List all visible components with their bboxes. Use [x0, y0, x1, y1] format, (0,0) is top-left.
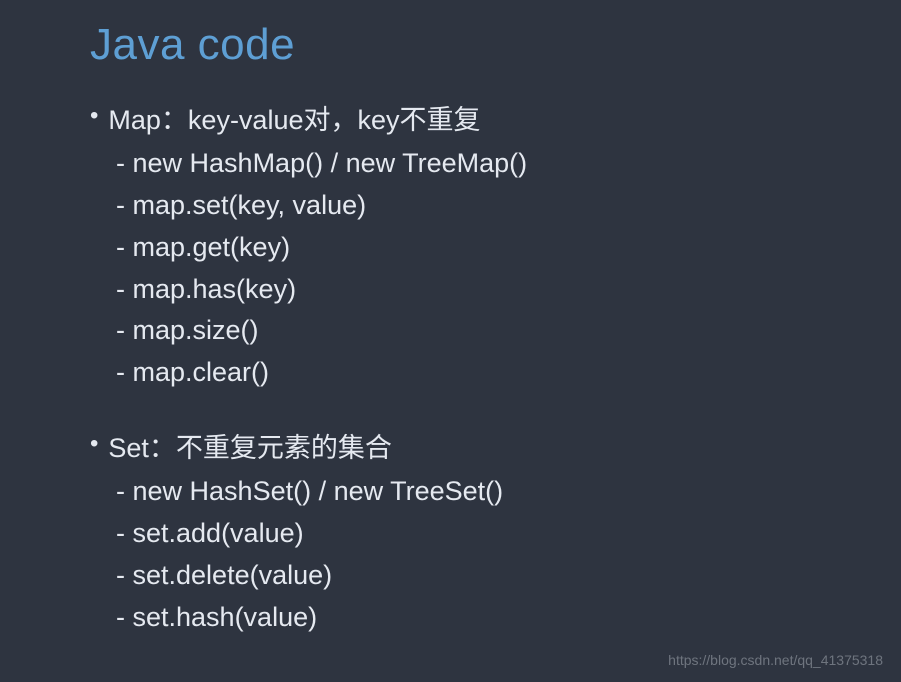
section-header-map: • Map：key-value对，key不重复 [90, 98, 811, 137]
section-header-text: Map：key-value对，key不重复 [108, 98, 480, 137]
list-item: new HashMap() / new TreeMap() [116, 143, 811, 185]
list-item: map.set(key, value) [116, 185, 811, 227]
set-methods-list: new HashSet() / new TreeSet() set.add(va… [90, 471, 811, 638]
slide-content: Java code • Map：key-value对，key不重复 new Ha… [0, 0, 901, 638]
section-set: • Set：不重复元素的集合 new HashSet() / new TreeS… [90, 426, 811, 638]
section-header-set: • Set：不重复元素的集合 [90, 426, 811, 465]
bullet-icon: • [90, 426, 98, 462]
slide-title: Java code [90, 20, 811, 70]
list-item: map.clear() [116, 352, 811, 394]
map-methods-list: new HashMap() / new TreeMap() map.set(ke… [90, 143, 811, 394]
list-item: set.hash(value) [116, 597, 811, 639]
watermark-text: https://blog.csdn.net/qq_41375318 [668, 652, 883, 668]
section-map: • Map：key-value对，key不重复 new HashMap() / … [90, 98, 811, 394]
bullet-icon: • [90, 98, 98, 134]
list-item: new HashSet() / new TreeSet() [116, 471, 811, 513]
list-item: map.has(key) [116, 269, 811, 311]
section-header-text: Set：不重复元素的集合 [108, 426, 392, 465]
list-item: map.get(key) [116, 227, 811, 269]
list-item: map.size() [116, 310, 811, 352]
list-item: set.delete(value) [116, 555, 811, 597]
list-item: set.add(value) [116, 513, 811, 555]
